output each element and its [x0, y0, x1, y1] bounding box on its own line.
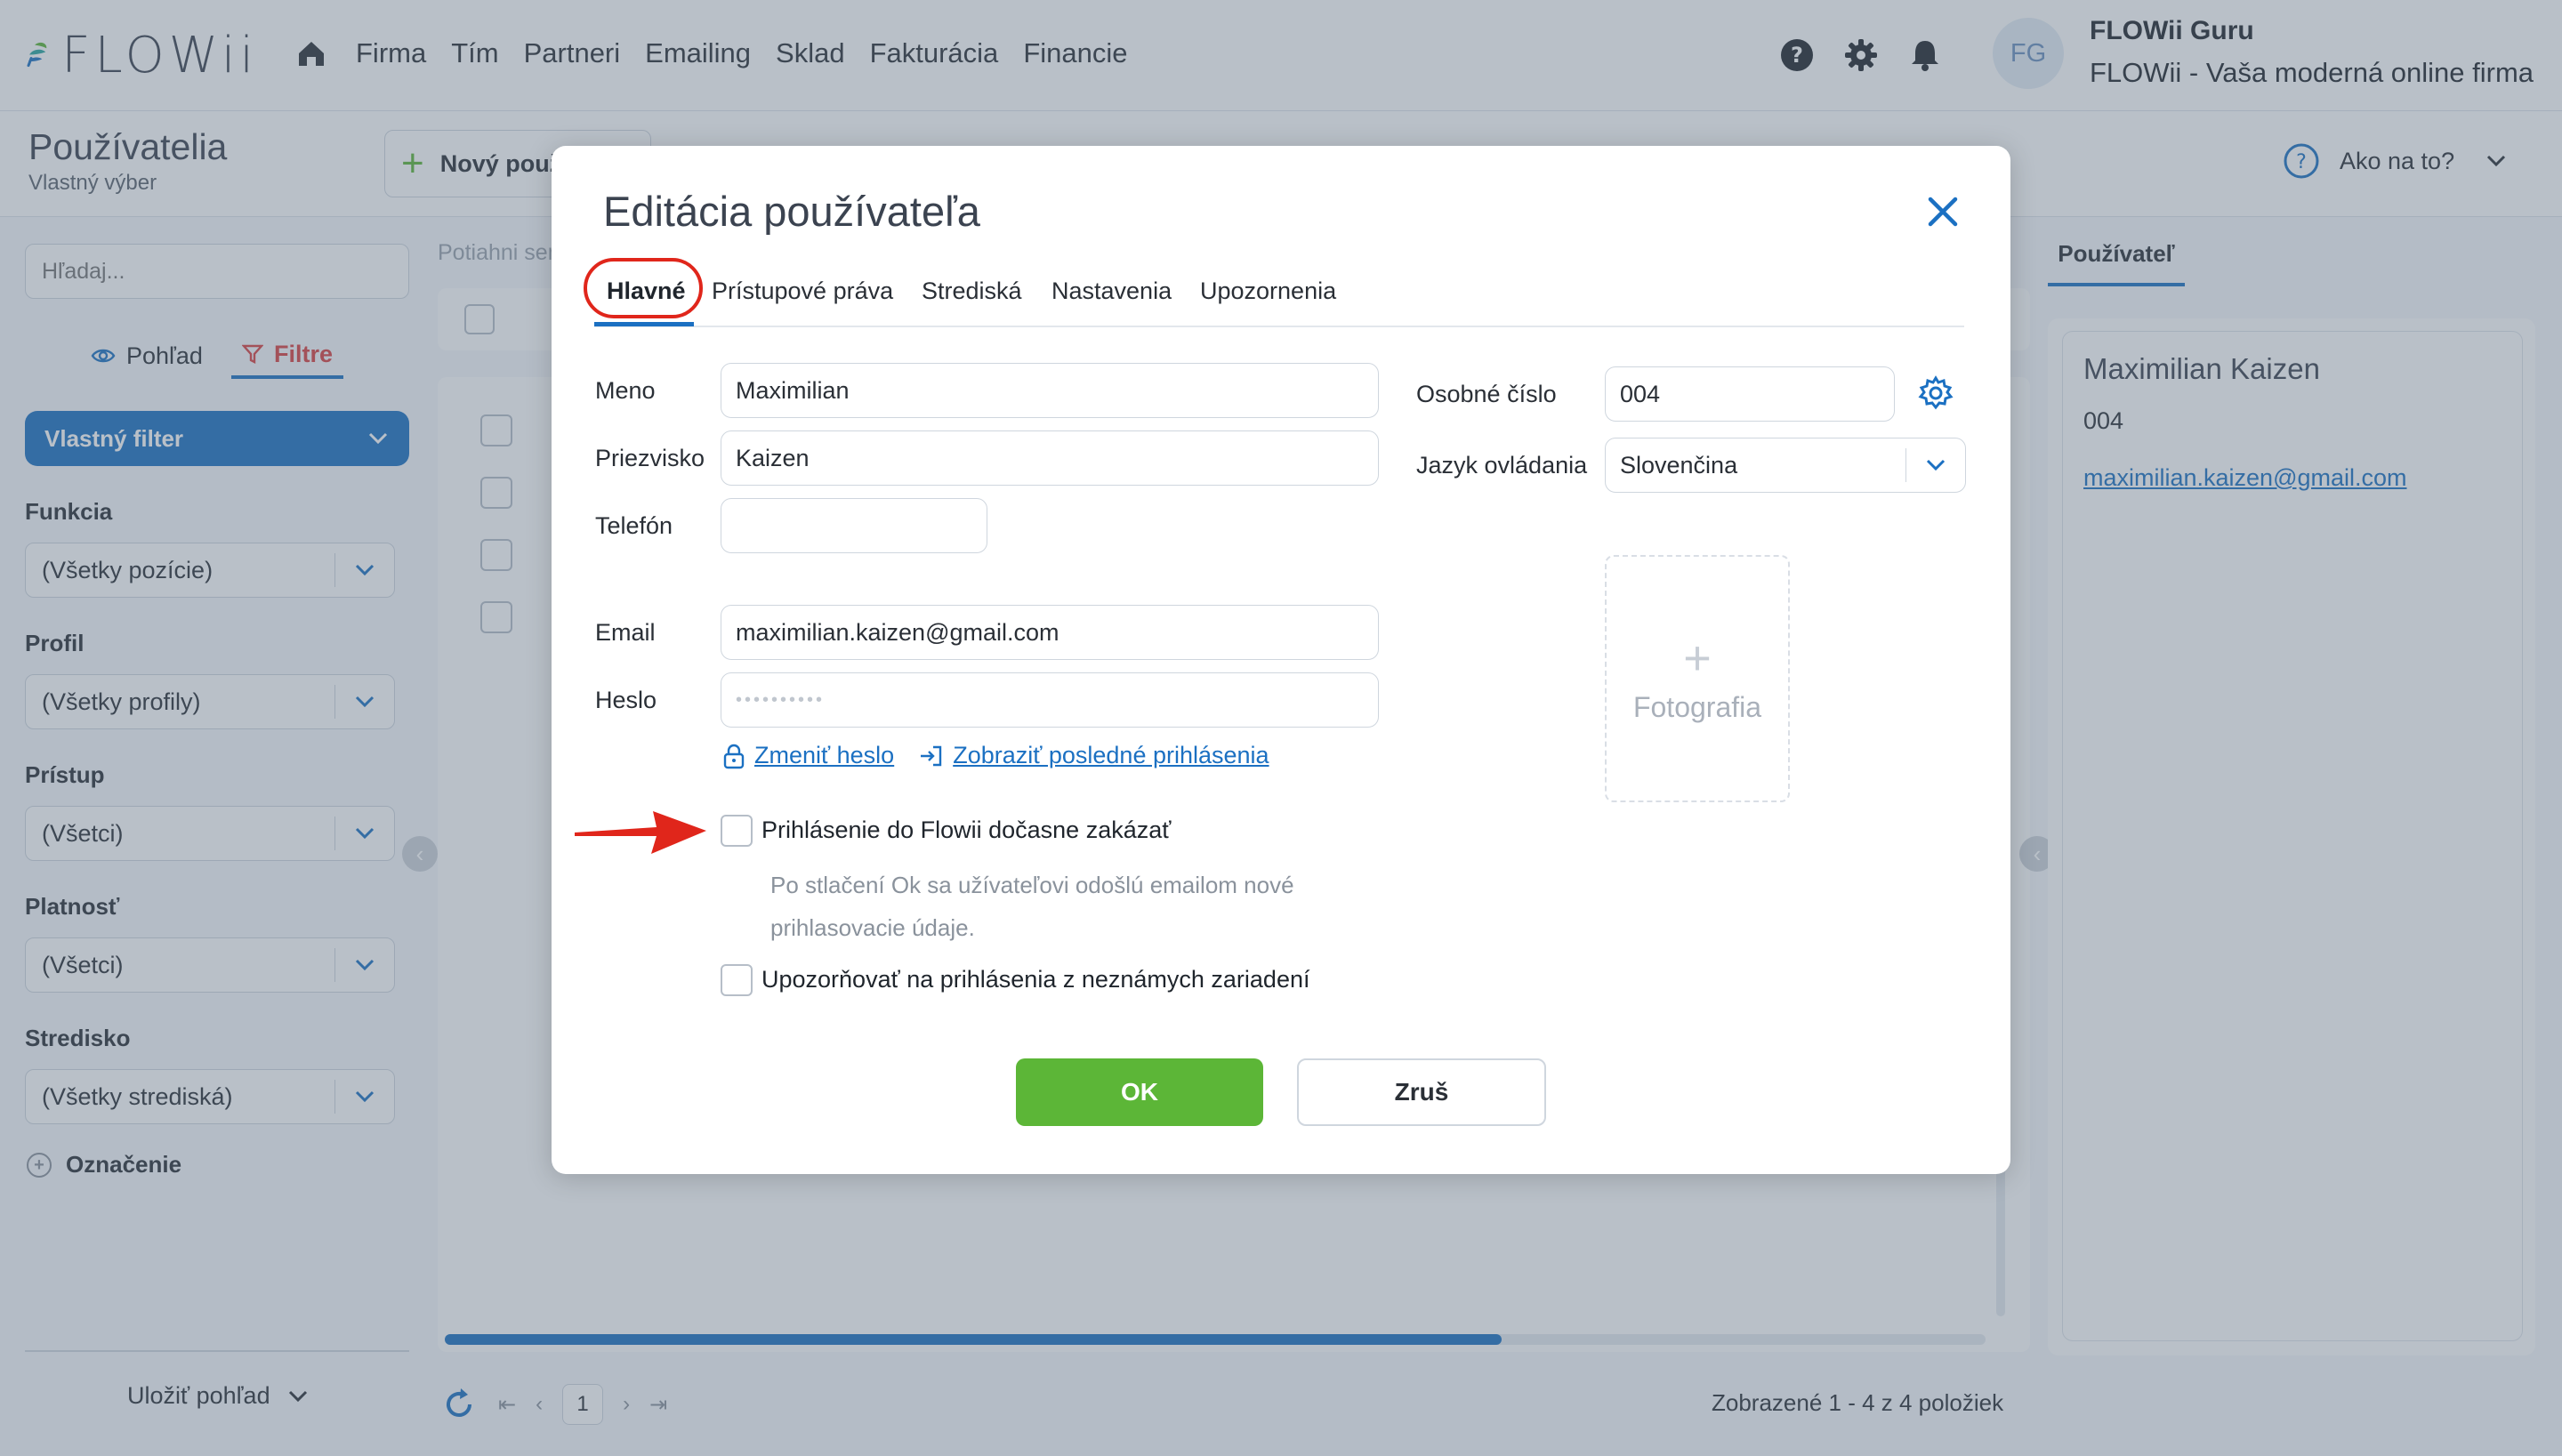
tab-settings[interactable]: Nastavenia [1051, 278, 1172, 305]
cancel-button[interactable]: Zruš [1297, 1058, 1546, 1126]
active-tab-indicator [594, 322, 694, 326]
disable-login-hint-1: Po stlačení Ok sa užívateľovi odošlú ema… [770, 872, 1294, 898]
first-name-field[interactable]: Maximilian [721, 363, 1379, 418]
email-field[interactable]: maximilian.kaizen@gmail.com [721, 605, 1379, 660]
disable-login-label: Prihlásenie do Flowii dočasne zakázať [761, 816, 1172, 843]
password-links: Zmeniť heslo Zobraziť posledné prihlásen… [722, 742, 1269, 769]
notify-unknown-devices-checkbox[interactable] [721, 964, 753, 996]
language-value: Slovenčina [1620, 451, 1738, 479]
login-arrow-icon [921, 745, 942, 766]
change-password-link[interactable]: Zmeniť heslo [754, 742, 894, 769]
language-select[interactable]: Slovenčina [1605, 438, 1966, 493]
phone-label: Telefón [595, 512, 673, 539]
ok-button[interactable]: OK [1016, 1058, 1263, 1126]
photo-upload-label: Fotografia [1632, 690, 1762, 723]
gear-icon[interactable] [1916, 374, 1955, 413]
dialog-title: Editácia používateľa [603, 188, 980, 235]
email-label: Email [595, 619, 656, 646]
photo-upload[interactable]: + Fotografia [1605, 555, 1790, 802]
dialog-tabs: Hlavné Prístupové práva Strediská Nastav… [594, 267, 1964, 327]
disable-login-checkbox[interactable] [721, 815, 753, 847]
annotation-circle [584, 258, 703, 318]
notify-unknown-devices-label: Upozorňovať na prihlásenia z neznámych z… [761, 966, 1310, 993]
last-name-label: Priezvisko [595, 445, 705, 471]
language-label: Jazyk ovládania [1416, 452, 1588, 479]
chevron-down-icon [1906, 457, 1965, 473]
password-label: Heslo [595, 687, 657, 713]
phone-field[interactable] [721, 498, 987, 553]
tab-cost-centers[interactable]: Strediská [922, 278, 1022, 305]
disable-login-hint-2: prihlasovacie údaje. [770, 914, 975, 941]
annotation-arrow [575, 811, 706, 854]
tab-access-rights[interactable]: Prístupové práva [712, 278, 893, 305]
plus-icon: + [1683, 631, 1712, 685]
lock-icon [723, 744, 745, 768]
password-field[interactable]: •••••••••• [721, 672, 1379, 728]
first-name-label: Meno [595, 377, 656, 404]
personal-number-label: Osobné číslo [1416, 381, 1557, 407]
tab-notifications[interactable]: Upozornenia [1200, 278, 1336, 305]
show-last-logins-link[interactable]: Zobraziť posledné prihlásenia [953, 742, 1269, 769]
close-icon[interactable] [1923, 192, 1962, 231]
personal-number-field[interactable]: 004 [1605, 366, 1895, 422]
last-name-field[interactable]: Kaizen [721, 430, 1379, 486]
